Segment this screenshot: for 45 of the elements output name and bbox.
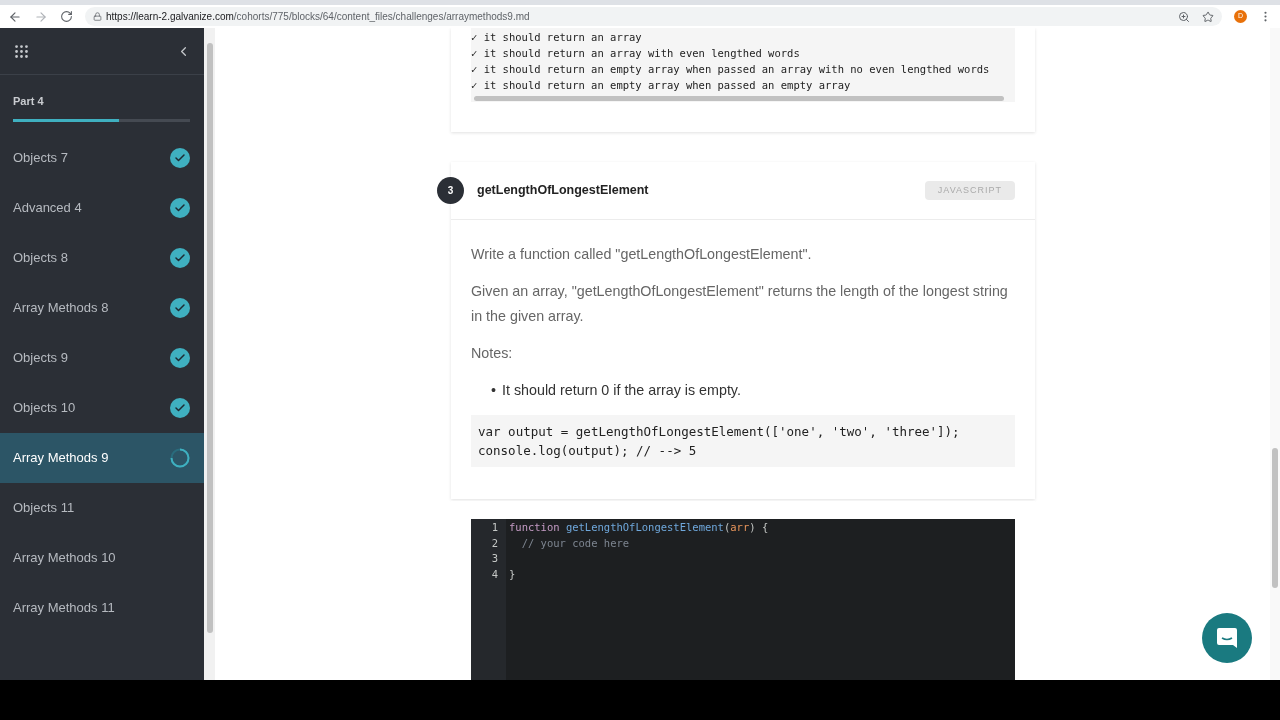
apps-grid-icon[interactable] bbox=[13, 42, 30, 60]
line-number: 3 bbox=[490, 551, 498, 566]
line-number: 4 bbox=[490, 566, 498, 582]
test-result: ✓ it should return an empty array when passed an empty array bbox=[471, 78, 851, 93]
star-icon[interactable] bbox=[1202, 10, 1214, 23]
paragraph: Given an array, "getLengthOfLongestElement" returns the length of the longest string in the given array. bbox=[471, 282, 1009, 326]
line-number: 2 bbox=[490, 535, 498, 551]
url-text: https://learn-2.galvanize.com/cohorts/775/blocks/64/content_files/challenges/arraymethods9.md bbox=[106, 10, 530, 24]
code-line: function getLengthOfLongestElement(arr) { bbox=[509, 521, 769, 533]
sidebar-item[interactable]: Array Methods 8 bbox=[0, 282, 204, 333]
test-result: ✓ it should return an array with even lengthed words bbox=[471, 46, 800, 61]
language-badge: JAVASCRIPT bbox=[924, 180, 1015, 201]
sidebar-item[interactable]: Objects 10 bbox=[0, 382, 204, 433]
sidebar-item[interactable]: Objects 8 bbox=[0, 232, 204, 283]
sidebar-item[interactable]: Objects 9 bbox=[0, 332, 204, 383]
section-title: Part 4 bbox=[13, 94, 45, 109]
sidebar-item[interactable]: Objects 7 bbox=[0, 132, 204, 183]
scrollbar-thumb[interactable] bbox=[206, 43, 213, 633]
code-example: var output = getLengthOfLongestElement(['one', 'two', 'three']); console.log(output); // --> 5 bbox=[471, 415, 1015, 467]
lock-icon bbox=[93, 12, 102, 21]
paragraph: Write a function called "getLengthOfLongestElement". bbox=[471, 245, 813, 264]
sidebar-item[interactable]: Advanced 4 bbox=[0, 182, 204, 233]
test-result: ✓ it should return an empty array when passed an array with no even lengthed words bbox=[471, 62, 990, 77]
code-line: } bbox=[509, 567, 516, 580]
test-result: ✓ it should return an array bbox=[471, 30, 642, 45]
scrollbar-thumb[interactable] bbox=[474, 96, 1004, 101]
reload-icon[interactable] bbox=[60, 10, 73, 23]
sidebar-item[interactable]: Array Methods 10 bbox=[0, 532, 204, 583]
address-bar[interactable]: https://learn-2.galvanize.com/cohorts/775/blocks/64/content_files/challenges/arraymethods9.md bbox=[85, 7, 1222, 26]
challenge-title: getLengthOfLongestElement bbox=[477, 182, 649, 200]
bullet-marker: • bbox=[491, 381, 496, 400]
sidebar-item[interactable]: Objects 11 bbox=[0, 482, 204, 533]
step-number: 3 bbox=[437, 177, 464, 204]
code-editor[interactable]: 1 2 3 4 function getLengthOfLongestElement(arr) { // your code here } bbox=[471, 519, 1015, 680]
back-icon[interactable] bbox=[8, 9, 22, 24]
chat-icon bbox=[1216, 626, 1238, 650]
code-line: // your code here bbox=[520, 536, 630, 549]
scrollbar-thumb[interactable] bbox=[1272, 448, 1278, 588]
sidebar-item[interactable]: Array Methods 11 bbox=[0, 582, 204, 633]
zoom-icon[interactable] bbox=[1178, 10, 1190, 23]
sidebar-item[interactable]: Array Methods 9 bbox=[0, 432, 204, 483]
chat-button[interactable] bbox=[1202, 613, 1252, 663]
bullet-item: It should return 0 if the array is empty. bbox=[502, 381, 741, 400]
line-number: 1 bbox=[490, 520, 498, 535]
paragraph: Notes: bbox=[471, 344, 514, 363]
